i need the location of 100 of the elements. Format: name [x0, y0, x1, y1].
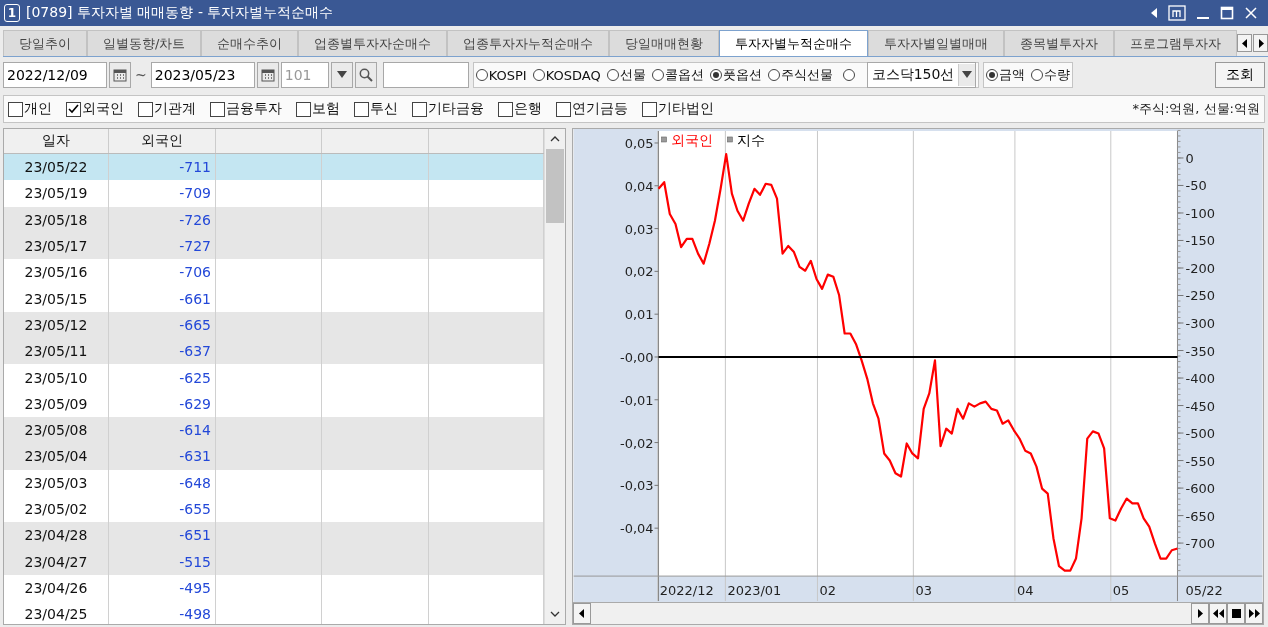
radio-option[interactable]: 금액 — [986, 66, 1026, 84]
table-cell: 23/04/25 — [4, 601, 109, 624]
window-title: [0789] 투자자별 매매동향 - 투자자별누적순매수 — [26, 4, 334, 22]
radio-option[interactable]: 수량 — [1031, 66, 1071, 84]
investor-checkbox[interactable]: 개인 — [8, 100, 52, 118]
caret-icon — [336, 71, 347, 79]
axis-label: 0,03 — [624, 221, 654, 237]
unit-note: *주식:억원, 선물:억원 — [1132, 100, 1260, 118]
table-cell: 23/05/22 — [4, 154, 109, 181]
end-date-field[interactable]: 2023/05/23 — [150, 62, 255, 88]
investor-checkbox[interactable]: 기관계 — [138, 100, 196, 118]
radio-option[interactable]: KOSDAQ — [532, 67, 601, 83]
tab[interactable]: 투자자별누적순매수 — [719, 30, 869, 56]
investor-checkbox[interactable]: 금융투자 — [210, 100, 282, 118]
radio-button[interactable] — [842, 69, 855, 81]
index-combo[interactable]: 코스닥150선 — [866, 62, 977, 88]
start-date-field[interactable]: 2022/12/09 — [3, 62, 107, 88]
table-cell: 23/05/17 — [4, 232, 109, 260]
dropdown-button[interactable] — [330, 62, 353, 88]
calendar-button[interactable] — [256, 62, 279, 88]
tab[interactable]: 순매수추이 — [201, 30, 299, 56]
axis-label: -600 — [1185, 481, 1215, 497]
legend-label: 지수 — [737, 131, 766, 148]
scroll-left-button[interactable] — [1237, 34, 1253, 52]
table-cell: -515 — [109, 548, 216, 575]
table-cell: -709 — [109, 180, 216, 207]
stop-button[interactable] — [1227, 603, 1245, 624]
fast-forward-icon — [1248, 609, 1260, 618]
scroll-right-button[interactable] — [1191, 603, 1209, 624]
axis-label: 0 — [1185, 150, 1194, 166]
collapse-arrow-icon[interactable] — [1150, 7, 1158, 19]
table-cell: -726 — [109, 206, 216, 233]
legend-label: 외국인 — [671, 131, 714, 148]
radio-option[interactable]: 풋옵션 — [709, 66, 762, 84]
axis-label: -550 — [1185, 453, 1215, 469]
name-field[interactable] — [382, 62, 469, 88]
investor-checkbox[interactable]: 은행 — [498, 100, 542, 118]
investor-checkbox[interactable]: 보험 — [296, 100, 340, 118]
table-cell: 23/05/11 — [4, 338, 109, 365]
axis-label: -0,01 — [619, 392, 654, 408]
axis-label: -450 — [1185, 398, 1215, 414]
memo-icon[interactable] — [1168, 5, 1186, 21]
maximize-icon[interactable] — [1220, 6, 1234, 20]
investor-checkbox[interactable]: 외국인 — [66, 100, 124, 118]
table-cell: 23/05/03 — [4, 469, 109, 496]
tab[interactable]: 당일추이 — [3, 30, 87, 56]
stop-icon — [1231, 609, 1241, 618]
tab[interactable]: 종목별투자자 — [1004, 30, 1115, 56]
axis-label: 0,05 — [624, 135, 654, 151]
investor-checkbox[interactable]: 연기금등 — [556, 100, 628, 118]
axis-label: 2022/12 — [659, 583, 714, 599]
rewind-icon — [1212, 609, 1224, 618]
fast-forward-button[interactable] — [1245, 603, 1263, 624]
investor-checkbox[interactable]: 투신 — [354, 100, 398, 118]
axis-label: -0,02 — [619, 435, 654, 451]
axis-label: 03 — [915, 583, 932, 599]
table-cell: -631 — [109, 443, 216, 470]
axis-label: -150 — [1185, 233, 1215, 249]
table-cell: 23/04/27 — [4, 548, 109, 575]
scroll-left-button[interactable] — [573, 603, 591, 624]
radio-option[interactable]: 콜옵션 — [651, 66, 704, 84]
table-cell: 23/05/10 — [4, 364, 109, 391]
axis-label: 2023/01 — [727, 583, 782, 599]
table-cell: -727 — [109, 232, 216, 260]
table-cell: 23/05/04 — [4, 443, 109, 470]
investor-checkbox[interactable]: 기타법인 — [642, 100, 714, 118]
search-button[interactable] — [354, 62, 377, 88]
investor-checkbox[interactable]: 기타금융 — [412, 100, 484, 118]
tab[interactable]: 업종별투자자순매수 — [298, 30, 448, 56]
scrollbar-thumb[interactable] — [546, 149, 564, 223]
table-cell: -495 — [109, 574, 216, 602]
legend-marker — [661, 136, 667, 143]
scroll-right-button[interactable] — [1253, 34, 1268, 52]
calendar-icon — [113, 68, 127, 82]
tab[interactable]: 투자자별일별매매 — [868, 30, 1005, 56]
radio-option[interactable]: KOSPI — [475, 67, 527, 83]
axis-label: -400 — [1185, 371, 1215, 386]
table-cell: -625 — [109, 364, 216, 391]
table-cell: -706 — [109, 259, 216, 286]
table-cell: -648 — [109, 469, 216, 496]
tab[interactable]: 일별동향/차트 — [86, 30, 202, 56]
table-cell: 23/05/19 — [4, 180, 109, 207]
radio-option[interactable]: 주식선물 — [767, 66, 833, 84]
axis-label: -0,03 — [619, 478, 654, 494]
rewind-button[interactable] — [1209, 603, 1227, 624]
radio-option[interactable]: 선물 — [606, 66, 646, 84]
left-arrow-icon — [1241, 38, 1248, 48]
axis-label: -500 — [1185, 426, 1215, 442]
check-icon — [68, 104, 79, 114]
close-icon[interactable] — [1244, 6, 1258, 20]
table-cell: -711 — [109, 154, 216, 181]
tab[interactable]: 프로그램투자자 — [1114, 30, 1238, 56]
query-button[interactable]: 조회 — [1215, 62, 1265, 88]
caret-icon — [962, 71, 973, 79]
table-cell: -637 — [109, 338, 216, 365]
tab[interactable]: 당일매매현황 — [609, 30, 720, 56]
table-cell: -661 — [109, 285, 216, 312]
calendar-button[interactable] — [109, 62, 131, 88]
tab[interactable]: 업종투자자누적순매수 — [447, 30, 610, 56]
axis-label: 0,04 — [624, 178, 654, 194]
